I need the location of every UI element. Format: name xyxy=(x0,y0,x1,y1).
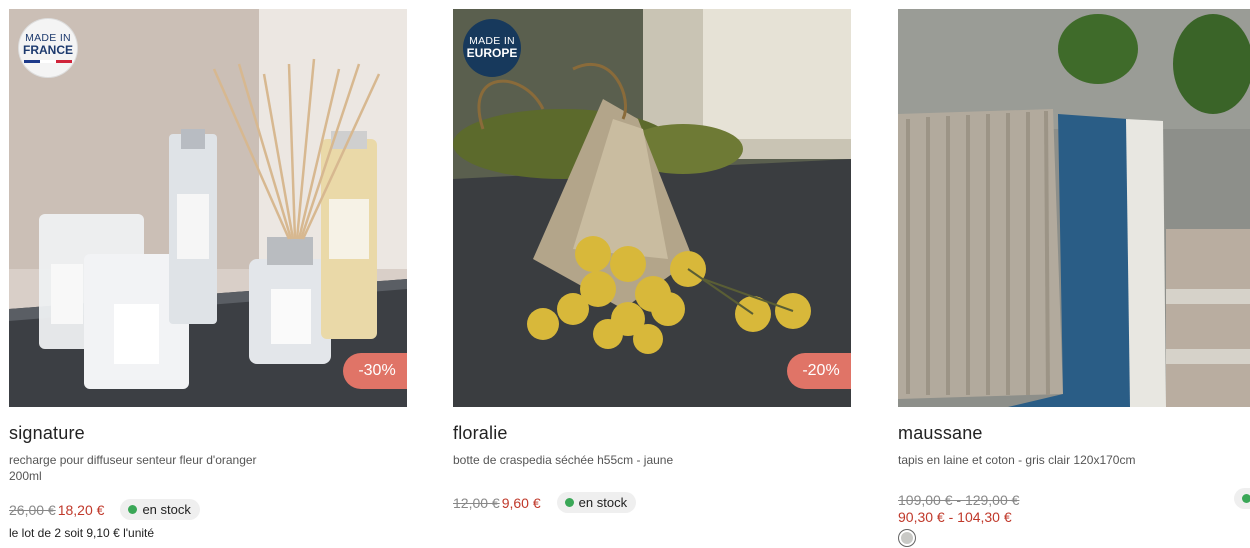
in-stock-dot-icon xyxy=(564,498,574,507)
discount-badge: -30% xyxy=(343,353,407,389)
product-description: tapis en laine et coton - gris clair 120… xyxy=(898,453,1136,467)
made-in-france-badge: MADE IN FRANCE xyxy=(19,19,77,77)
product-description: recharge pour diffuseur senteur fleur d'… xyxy=(9,453,257,483)
in-stock-dot-icon xyxy=(1242,494,1250,503)
color-swatch-gris-clair[interactable] xyxy=(898,529,916,547)
sale-price: 90,30 € - 104,30 € xyxy=(898,509,1012,525)
french-flag-icon xyxy=(24,59,72,63)
rug-photo xyxy=(898,9,1250,407)
old-price: 12,00 € xyxy=(453,494,500,511)
unit-price-text: le lot de 2 soit 9,10 € l'unité xyxy=(9,526,155,540)
price-row: 26,00 € 18,20 € en stock xyxy=(9,499,407,520)
product-name[interactable]: maussane xyxy=(898,423,1250,444)
stock-badge: en stock xyxy=(120,499,200,520)
price-row: 109,00 € - 129,00 € 90,30 € - 104,30 € xyxy=(898,492,1250,525)
discount-badge: -20% xyxy=(787,353,851,389)
dried-flowers-photo xyxy=(453,9,851,407)
sale-price: 9,60 € xyxy=(501,494,541,511)
product-card-signature[interactable]: MADE IN FRANCE -30% signature recharge p… xyxy=(9,9,407,540)
product-card-floralie[interactable]: MADE IN EUROPE -20% floralie botte de cr… xyxy=(453,9,851,513)
price-row: 12,00 € 9,60 € en stock xyxy=(453,492,851,513)
product-image[interactable] xyxy=(898,9,1250,407)
stock-badge: en xyxy=(1234,488,1250,509)
product-image[interactable]: MADE IN EUROPE -20% xyxy=(453,9,851,407)
made-in-europe-badge: MADE IN EUROPE xyxy=(463,19,521,77)
product-card-maussane[interactable]: maussane tapis en laine et coton - gris … xyxy=(898,9,1250,547)
product-image[interactable]: MADE IN FRANCE -30% xyxy=(9,9,407,407)
product-description: botte de craspedia séchée h55cm - jaune xyxy=(453,453,674,467)
stock-badge: en stock xyxy=(556,492,637,513)
in-stock-dot-icon xyxy=(128,505,138,514)
old-price: 26,00 € xyxy=(9,501,56,518)
old-price: 109,00 € - 129,00 € xyxy=(898,492,1020,508)
product-name[interactable]: floralie xyxy=(453,423,851,444)
candle-diffuser-photo xyxy=(9,9,407,407)
product-name[interactable]: signature xyxy=(9,423,407,444)
sale-price: 18,20 € xyxy=(57,501,105,518)
